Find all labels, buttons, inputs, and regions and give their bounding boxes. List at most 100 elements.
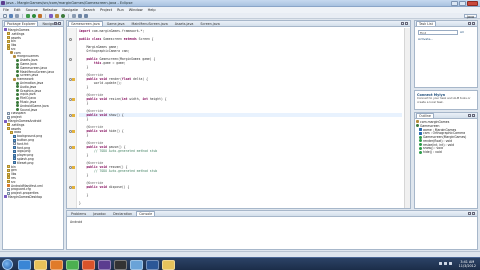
menu-window[interactable]: Window [129, 8, 143, 12]
maximize-view-icon[interactable] [472, 114, 475, 117]
new-icon[interactable] [3, 13, 7, 18]
png-icon [13, 157, 16, 161]
word-icon[interactable] [146, 259, 159, 270]
menu-source[interactable]: Source [26, 8, 38, 12]
tab-problems[interactable]: Problems [68, 211, 89, 216]
code-token: hide() { [108, 129, 124, 133]
minimize-button[interactable] [451, 1, 458, 6]
menu-project[interactable]: Project [100, 8, 112, 12]
eclipse-icon[interactable] [98, 259, 111, 270]
tab-assets-java[interactable]: Assets.java [172, 21, 197, 26]
override-marker-icon[interactable] [72, 113, 75, 117]
folder-icon [7, 47, 10, 51]
tab-package-explorer[interactable]: Package Explorer [4, 21, 39, 26]
tab-outline[interactable]: Outline [416, 113, 434, 118]
chrome-icon[interactable] [66, 259, 79, 270]
tab-mainmenuscreen-java[interactable]: MainMenuScreen.java [129, 21, 171, 26]
fold-toggle-icon[interactable] [69, 129, 72, 133]
override-marker-icon[interactable] [72, 97, 75, 101]
maximize-button[interactable] [459, 1, 466, 6]
code-area[interactable]: import com.marginGames.framework.*; publi… [79, 29, 402, 206]
minimize-view-icon[interactable] [468, 212, 471, 215]
override-marker-icon[interactable] [72, 129, 75, 133]
network-icon[interactable] [439, 262, 442, 265]
editor-scrollbar[interactable] [404, 28, 410, 208]
close-button[interactable] [467, 1, 478, 6]
save-icon[interactable] [9, 13, 13, 18]
code-token: } [79, 173, 89, 177]
start-button[interactable] [2, 259, 13, 270]
override-marker-icon[interactable] [72, 165, 75, 169]
minimize-view-icon[interactable] [468, 114, 471, 117]
firefox-icon[interactable] [82, 259, 95, 270]
maximize-view-icon[interactable] [472, 22, 475, 25]
flag-icon[interactable] [449, 262, 452, 265]
forward-icon[interactable] [84, 13, 88, 18]
ie-icon[interactable] [18, 259, 31, 270]
fold-toggle-icon[interactable] [69, 165, 72, 169]
minimize-view-icon[interactable] [401, 22, 404, 25]
new-package-icon[interactable] [55, 13, 59, 18]
fold-toggle-icon[interactable] [69, 97, 72, 101]
tab-gamescreen-java[interactable]: Gamescreen.java [68, 21, 103, 26]
java-icon [16, 81, 19, 85]
terminal-icon[interactable] [114, 259, 127, 270]
volume-icon[interactable] [444, 262, 447, 265]
override-marker-icon[interactable] [72, 185, 75, 189]
minimize-view-icon[interactable] [54, 22, 57, 25]
folder-icon[interactable] [162, 259, 175, 270]
new-java-project-icon[interactable] [49, 13, 53, 18]
code-token: } [79, 85, 89, 89]
fold-toggle-icon[interactable] [69, 113, 72, 117]
fold-toggle-icon[interactable] [69, 77, 72, 81]
outline-item[interactable]: hide() : void [415, 150, 477, 154]
print-icon[interactable] [15, 13, 19, 18]
tab-console[interactable]: Console [136, 211, 156, 216]
maximize-view-icon[interactable] [405, 22, 408, 25]
back-icon[interactable] [78, 13, 82, 18]
perspective-java-button[interactable]: Java [464, 13, 477, 18]
external-tools-icon[interactable] [38, 13, 42, 18]
search-icon[interactable] [72, 13, 76, 18]
override-marker-icon[interactable] [72, 77, 75, 81]
fold-toggle-icon[interactable] [69, 185, 72, 189]
menu-refactor[interactable]: Refactor [43, 8, 58, 12]
explorer-icon[interactable] [34, 259, 47, 270]
paint-icon[interactable] [130, 259, 143, 270]
tab-screen-java[interactable]: Screen.java [197, 21, 222, 26]
toolbar-separator [68, 13, 69, 18]
code-token: float [121, 77, 134, 81]
folder-icon [7, 35, 10, 39]
fold-toggle-icon[interactable] [69, 37, 72, 41]
media-player-icon[interactable] [50, 259, 63, 270]
tab-game-java[interactable]: Game.java [104, 21, 128, 26]
debug-icon[interactable] [26, 13, 30, 18]
new-class-icon[interactable] [61, 13, 65, 18]
fold-toggle-icon[interactable] [69, 57, 72, 61]
menu-file[interactable]: File [3, 8, 9, 12]
menu-search[interactable]: Search [83, 8, 95, 12]
clock[interactable]: 3:41 AM 11/3/2012 [459, 260, 476, 269]
tab-javadoc[interactable]: Javadoc [90, 211, 109, 216]
tab-declaration[interactable]: Declaration [110, 211, 135, 216]
task-find-input[interactable]: Find [418, 30, 458, 35]
maximize-view-icon[interactable] [58, 22, 61, 25]
task-filter-all[interactable]: All [460, 30, 464, 34]
menu-navigate[interactable]: Navigate [62, 8, 78, 12]
java-editor: Gamescreen.java Game.java MainMenuScreen… [66, 20, 411, 209]
task-activate-link[interactable]: Activate... [418, 37, 433, 41]
tree-item[interactable]: MarginGamesDesktop [3, 195, 63, 199]
code-token: height) { [149, 97, 167, 101]
menu-run[interactable]: Run [117, 8, 124, 12]
run-icon[interactable] [32, 13, 36, 18]
override-marker-icon[interactable] [72, 145, 75, 149]
fold-toggle-icon[interactable] [69, 145, 72, 149]
minimize-view-icon[interactable] [468, 22, 471, 25]
tab-task-list[interactable]: Task List [416, 21, 436, 26]
eclipse-icon [1, 1, 5, 5]
code-token: } [79, 117, 89, 121]
menu-edit[interactable]: Edit [14, 8, 21, 12]
maximize-view-icon[interactable] [472, 212, 475, 215]
menu-help[interactable]: Help [148, 8, 156, 12]
toolbar: Java [0, 13, 480, 19]
